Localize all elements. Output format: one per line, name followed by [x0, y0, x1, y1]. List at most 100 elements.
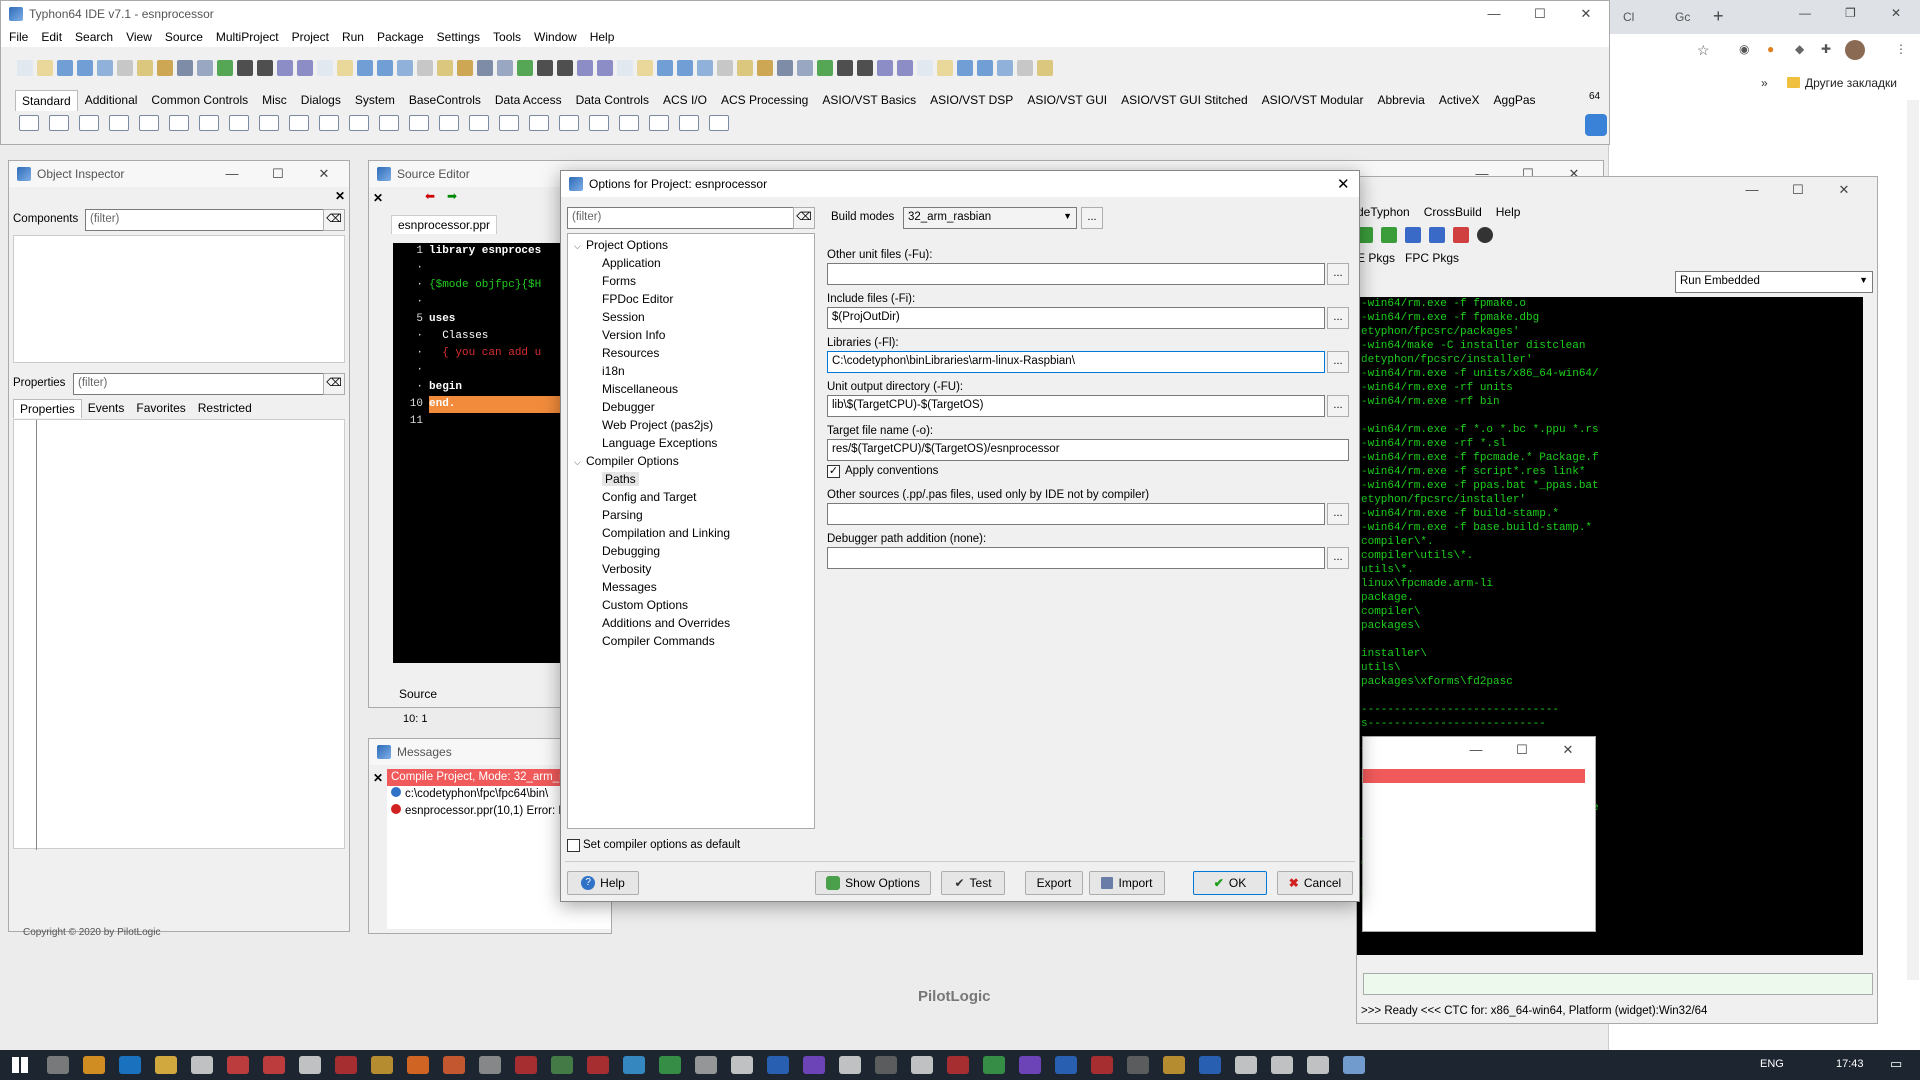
new-file-icon[interactable]	[317, 60, 333, 76]
component-icon[interactable]	[49, 115, 69, 131]
ctc-tab[interactable]: E Pkgs	[1357, 251, 1395, 265]
taskbar-app-icon[interactable]	[911, 1056, 933, 1074]
pause-icon[interactable]	[237, 60, 253, 76]
component-icon[interactable]	[559, 115, 579, 131]
replace-icon[interactable]	[197, 60, 213, 76]
menu-view[interactable]: View	[126, 30, 152, 44]
options-tree-item[interactable]: Forms	[568, 272, 814, 290]
include-field[interactable]: $(ProjOutDir)	[827, 307, 1325, 329]
unit-output-browse-button[interactable]: ...	[1327, 395, 1349, 417]
taskbar-clock[interactable]: 17:43	[1836, 1058, 1864, 1070]
bookmarks-folder[interactable]: Другие закладки	[1805, 76, 1897, 90]
sub-minimize-icon[interactable]: —	[1453, 737, 1499, 763]
taskbar-app-icon[interactable]	[191, 1056, 213, 1074]
ok-button[interactable]: ✔ OK	[1193, 871, 1267, 895]
menu-tools[interactable]: Tools	[493, 30, 521, 44]
run-icon[interactable]	[217, 60, 233, 76]
palette-tab[interactable]: Misc	[255, 89, 294, 111]
expand-chevron-icon[interactable]: ⌵	[574, 453, 586, 471]
menu-file[interactable]: File	[9, 30, 28, 44]
component-icon[interactable]	[379, 115, 399, 131]
palette-tab[interactable]: Data Access	[488, 89, 569, 111]
sub-close-icon[interactable]: ✕	[1545, 737, 1591, 763]
taskbar-app-icon[interactable]	[839, 1056, 861, 1074]
options-filter[interactable]: (filter)	[567, 207, 795, 229]
component-icon[interactable]	[139, 115, 159, 131]
other-units-field[interactable]	[827, 263, 1325, 285]
taskbar-app-icon[interactable]	[731, 1056, 753, 1074]
taskbar-app-icon[interactable]	[659, 1056, 681, 1074]
ide-minimize-icon[interactable]: —	[1471, 1, 1517, 27]
palette-download-icon[interactable]	[1585, 114, 1607, 136]
cut-icon[interactable]	[117, 60, 133, 76]
taskbar-app-icon[interactable]	[803, 1056, 825, 1074]
options-tree-item[interactable]: Resources	[568, 344, 814, 362]
options-tree-item[interactable]: ⌵ Compiler Options	[568, 452, 814, 470]
options-close-icon[interactable]: ✕	[1337, 175, 1350, 193]
taskbar-app-icon[interactable]	[1343, 1056, 1365, 1074]
taskbar-app-icon[interactable]	[47, 1056, 69, 1074]
export-button[interactable]: Export	[1025, 871, 1083, 895]
taskbar-app-icon[interactable]	[1199, 1056, 1221, 1074]
options-tree-item[interactable]: Version Info	[568, 326, 814, 344]
taskbar-app-icon[interactable]	[767, 1056, 789, 1074]
other-sources-browse-button[interactable]: ...	[1327, 503, 1349, 525]
paste-icon[interactable]	[757, 60, 773, 76]
component-icon[interactable]	[439, 115, 459, 131]
new-file-icon[interactable]	[917, 60, 933, 76]
debugger-path-field[interactable]	[827, 547, 1325, 569]
component-icon[interactable]	[79, 115, 99, 131]
oi-tab-events[interactable]: Events	[82, 399, 131, 418]
bookmarks-more[interactable]: »	[1761, 76, 1768, 90]
palette-tab[interactable]: BaseControls	[402, 89, 488, 111]
component-icon[interactable]	[709, 115, 729, 131]
menu-project[interactable]: Project	[292, 30, 329, 44]
paste-icon[interactable]	[457, 60, 473, 76]
run-mode-select[interactable]: Run Embedded ▼	[1675, 271, 1873, 293]
ctc-menu-item[interactable]: deTyphon	[1357, 205, 1410, 219]
ctc-maximize-icon[interactable]: ☐	[1775, 177, 1821, 203]
browser-restore-icon[interactable]: ❐	[1845, 6, 1856, 20]
stop-icon[interactable]	[857, 60, 873, 76]
taskbar-app-icon[interactable]	[1163, 1056, 1185, 1074]
taskbar-app-icon[interactable]	[947, 1056, 969, 1074]
taskbar-lang[interactable]: ENG	[1760, 1058, 1784, 1070]
ctc-close-icon[interactable]: ✕	[1821, 177, 1867, 203]
ctc-tool-icon-4[interactable]	[1429, 227, 1445, 243]
show-options-button[interactable]: Show Options	[815, 871, 931, 895]
palette-tab[interactable]: Additional	[78, 89, 145, 111]
options-tree-item[interactable]: Language Exceptions	[568, 434, 814, 452]
new-unit-icon[interactable]	[337, 60, 353, 76]
options-tree-item[interactable]: Session	[568, 308, 814, 326]
components-tree[interactable]	[13, 235, 345, 363]
replace-icon[interactable]	[497, 60, 513, 76]
palette-tab[interactable]: Data Controls	[569, 89, 656, 111]
menu-multiproject[interactable]: MultiProject	[216, 30, 279, 44]
debugger-path-browse-button[interactable]: ...	[1327, 547, 1349, 569]
menu-edit[interactable]: Edit	[41, 30, 62, 44]
build-modes-edit-button[interactable]: ...	[1081, 207, 1103, 229]
build-modes-select[interactable]: 32_arm_rasbian ▼	[903, 207, 1077, 229]
components-clear-filter-icon[interactable]: ⌫	[323, 209, 345, 231]
other-sources-field[interactable]	[827, 503, 1325, 525]
extension-icon-2[interactable]: ●	[1767, 42, 1774, 56]
open-icon[interactable]	[57, 60, 73, 76]
browser-menu-icon[interactable]: ⋮	[1895, 42, 1907, 56]
oi-pane-close-icon[interactable]: ✕	[335, 189, 345, 203]
component-icon[interactable]	[469, 115, 489, 131]
options-tree[interactable]: ⌵ Project Options Application Forms FPDoc Ed…	[567, 233, 815, 829]
taskbar-app-icon[interactable]	[479, 1056, 501, 1074]
menu-search[interactable]: Search	[75, 30, 113, 44]
ctc-tool-icon-5[interactable]	[1453, 227, 1469, 243]
unit-output-field[interactable]: lib\$(TargetCPU)-$(TargetOS)	[827, 395, 1325, 417]
palette-tab[interactable]: ASIO/VST Modular	[1255, 89, 1371, 111]
palette-tab[interactable]: ASIO/VST Basics	[815, 89, 923, 111]
open-icon[interactable]	[657, 60, 673, 76]
step-over-icon[interactable]	[297, 60, 313, 76]
browser-scrollbar[interactable]	[1907, 100, 1919, 980]
new-file-icon[interactable]	[617, 60, 633, 76]
start-windows-icon[interactable]	[12, 1057, 28, 1073]
ctc-tool-icon-3[interactable]	[1405, 227, 1421, 243]
taskbar-app-icon[interactable]	[227, 1056, 249, 1074]
palette-tab[interactable]: ASIO/VST DSP	[923, 89, 1020, 111]
